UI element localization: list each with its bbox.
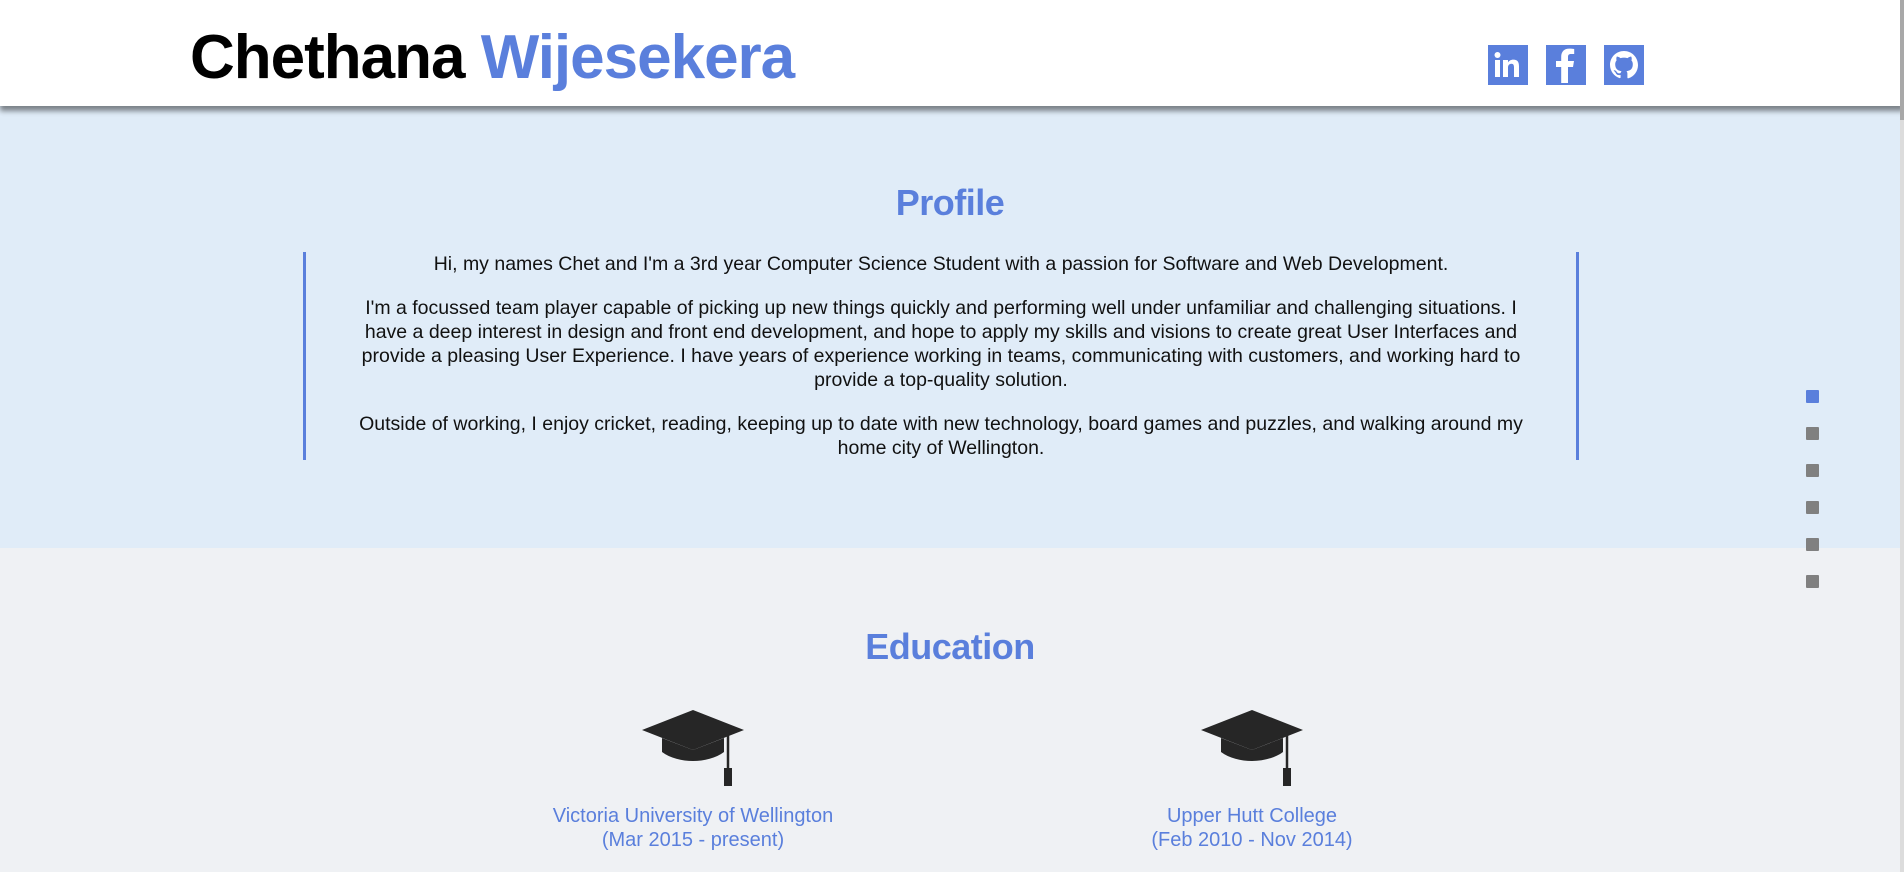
github-icon [1610, 51, 1638, 79]
github-link[interactable] [1604, 45, 1644, 85]
linkedin-icon [1494, 52, 1519, 77]
section-nav [1806, 390, 1820, 612]
profile-paragraph: Hi, my names Chet and I'm a 3rd year Com… [433, 253, 1449, 275]
education-item: Upper Hutt College (Feb 2010 - Nov 2014) [1072, 708, 1432, 852]
school-name: Upper Hutt College [1166, 805, 1338, 827]
section-nav-dot-6[interactable] [1806, 575, 1819, 588]
linkedin-link[interactable] [1488, 45, 1528, 85]
facebook-icon [1556, 48, 1575, 83]
first-name: Chethana [190, 23, 465, 92]
school-dates: (Feb 2010 - Nov 2014) [1151, 829, 1353, 851]
profile-text: Hi, my names Chet and I'm a 3rd year Com… [303, 252, 1579, 460]
site-header: Chethana Wijesekera [0, 0, 1904, 106]
education-heading: Education [865, 626, 1035, 667]
social-links [1488, 45, 1644, 85]
section-nav-dot-5[interactable] [1806, 538, 1819, 551]
section-nav-dot-education[interactable] [1806, 427, 1819, 440]
last-name: Wijesekera [480, 23, 795, 92]
facebook-link[interactable] [1546, 45, 1586, 85]
school-name: Victoria University of Wellington [552, 805, 834, 827]
section-nav-dot-4[interactable] [1806, 501, 1819, 514]
graduation-cap-icon [1201, 710, 1303, 786]
education-item: Victoria University of Wellington (Mar 2… [513, 708, 873, 852]
graduation-cap-icon [642, 710, 744, 786]
site-title: Chethana Wijesekera [190, 20, 795, 96]
section-nav-dot-3[interactable] [1806, 464, 1819, 477]
profile-section: Profile Hi, my names Chet and I'm a 3rd … [0, 106, 1904, 548]
section-nav-dot-profile[interactable] [1806, 390, 1819, 403]
page: Chethana Wijesekera Profile Hi, my names… [0, 0, 1904, 872]
scrollbar-thumb[interactable] [1900, 0, 1904, 120]
scrollbar[interactable] [1900, 0, 1904, 872]
profile-heading: Profile [895, 182, 1005, 223]
school-dates: (Mar 2015 - present) [601, 829, 785, 851]
profile-paragraph: Outside of working, I enjoy cricket, rea… [359, 413, 1523, 459]
profile-paragraph: I'm a focussed team player capable of pi… [361, 297, 1521, 391]
